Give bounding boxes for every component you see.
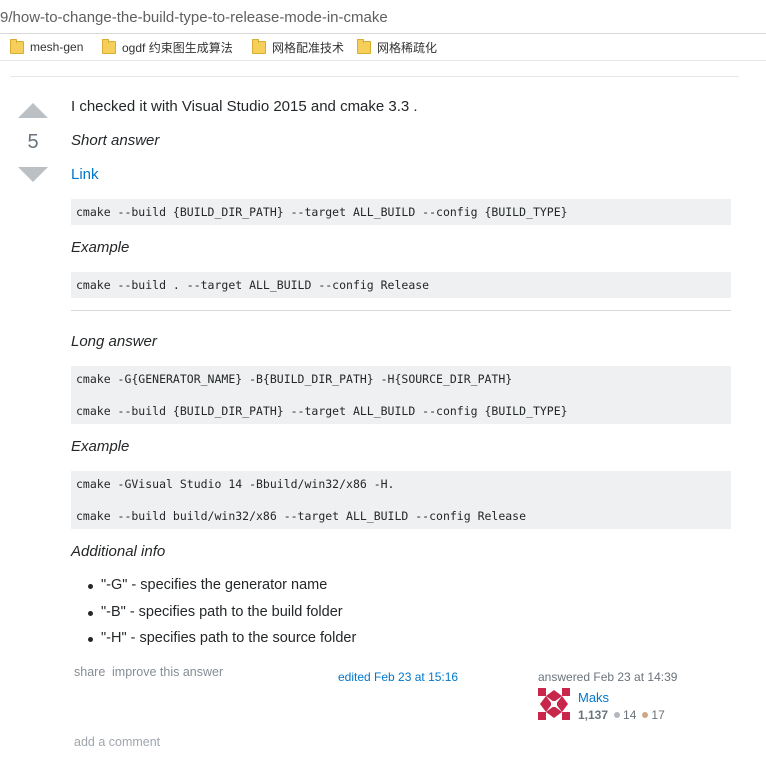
divider bbox=[10, 76, 739, 77]
bookmark-mesh-gen[interactable]: mesh-gen bbox=[10, 38, 83, 56]
long-answer-heading: Long answer bbox=[71, 333, 157, 350]
code-line: cmake --build {BUILD_DIR_PATH} --target … bbox=[76, 205, 568, 219]
vote-down-icon[interactable] bbox=[18, 167, 48, 182]
url-text[interactable]: 9/how-to-change-the-build-type-to-releas… bbox=[0, 9, 388, 26]
silver-badge-count: 14 bbox=[623, 708, 637, 722]
answered-timestamp: answered Feb 23 at 14:39 bbox=[538, 670, 678, 684]
horizontal-rule bbox=[71, 310, 731, 311]
reference-link[interactable]: Link bbox=[71, 166, 99, 183]
bookmark-label: 网格配准技术 bbox=[272, 40, 345, 55]
silver-badge-icon bbox=[614, 712, 621, 718]
additional-info-heading: Additional info bbox=[71, 543, 166, 560]
code-line: cmake --build build/win32/x86 --target A… bbox=[76, 509, 527, 523]
list-item: "-H" - specifies path to the source fold… bbox=[101, 630, 357, 646]
short-answer-heading: Short answer bbox=[71, 132, 160, 149]
share-link[interactable]: share bbox=[74, 665, 105, 679]
edited-timestamp[interactable]: edited Feb 23 at 15:16 bbox=[338, 670, 458, 684]
example-heading: Example bbox=[71, 438, 130, 455]
code-line: cmake -GVisual Studio 14 -Bbuild/win32/x… bbox=[76, 477, 395, 491]
list-item: "-G" - specifies the generator name bbox=[101, 577, 328, 593]
folder-icon bbox=[102, 38, 116, 54]
identicon-icon bbox=[538, 688, 570, 720]
bronze-badge-icon bbox=[642, 712, 649, 718]
example-heading: Example bbox=[71, 239, 130, 256]
bullet-icon bbox=[88, 584, 93, 589]
user-avatar[interactable] bbox=[538, 688, 570, 720]
bookmark-mesh-sparsify[interactable]: 网格稀疏化 bbox=[357, 38, 437, 56]
code-line: cmake -G{GENERATOR_NAME} -B{BUILD_DIR_PA… bbox=[76, 372, 513, 386]
code-block: cmake -G{GENERATOR_NAME} -B{BUILD_DIR_PA… bbox=[71, 366, 731, 424]
folder-icon bbox=[10, 38, 24, 54]
code-block: cmake -GVisual Studio 14 -Bbuild/win32/x… bbox=[71, 471, 731, 529]
user-name-link[interactable]: Maks bbox=[578, 690, 609, 705]
vote-count: 5 bbox=[27, 131, 39, 153]
bookmark-label: ogdf 约束图生成算法 bbox=[122, 40, 233, 55]
address-bar[interactable]: 9/how-to-change-the-build-type-to-releas… bbox=[0, 0, 766, 34]
code-block: cmake --build {BUILD_DIR_PATH} --target … bbox=[71, 199, 731, 225]
list-item: "-B" - specifies path to the build folde… bbox=[101, 604, 343, 620]
intro-text: I checked it with Visual Studio 2015 and… bbox=[71, 98, 418, 115]
bookmark-label: mesh-gen bbox=[30, 40, 84, 54]
bookmark-label: 网格稀疏化 bbox=[377, 40, 438, 55]
code-line: cmake --build . --target ALL_BUILD --con… bbox=[76, 278, 430, 292]
bullet-icon bbox=[88, 611, 93, 616]
bullet-icon bbox=[88, 637, 93, 642]
add-comment-link[interactable]: add a comment bbox=[74, 735, 160, 749]
code-line: cmake --build {BUILD_DIR_PATH} --target … bbox=[76, 404, 568, 418]
improve-answer-link[interactable]: improve this answer bbox=[112, 665, 223, 679]
user-reputation: 1,137 14 17 bbox=[578, 708, 665, 722]
code-block: cmake --build . --target ALL_BUILD --con… bbox=[71, 272, 731, 298]
vote-up-icon[interactable] bbox=[18, 103, 48, 118]
folder-icon bbox=[357, 38, 371, 54]
bronze-badge-count: 17 bbox=[651, 708, 665, 722]
bookmarks-bar: mesh-gen ogdf 约束图生成算法 网格配准技术 网格稀疏化 bbox=[0, 34, 766, 61]
bookmark-mesh-registration[interactable]: 网格配准技术 bbox=[252, 38, 344, 56]
folder-icon bbox=[252, 38, 266, 54]
bookmark-ogdf[interactable]: ogdf 约束图生成算法 bbox=[102, 38, 233, 56]
reputation-score: 1,137 bbox=[578, 708, 609, 722]
